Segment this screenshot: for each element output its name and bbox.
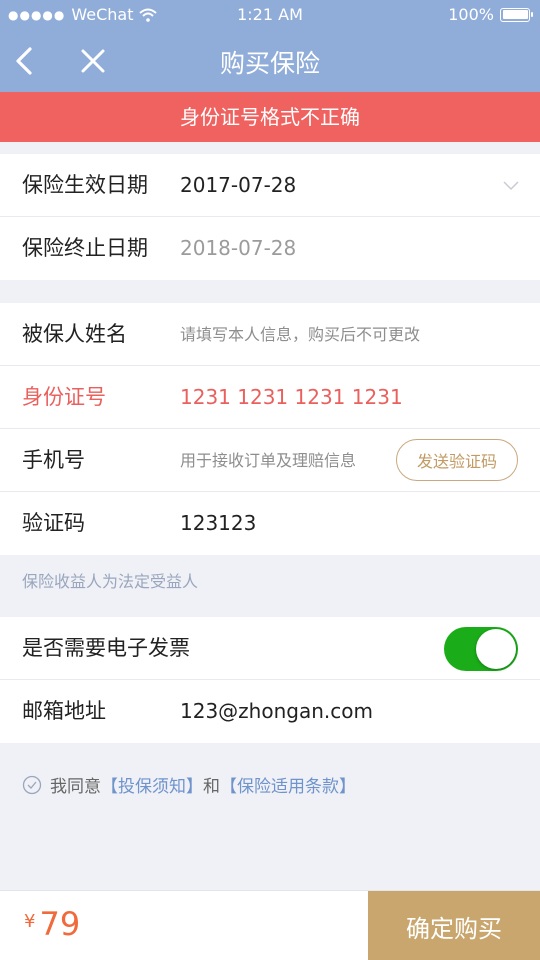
email-label: 邮箱地址 — [22, 699, 106, 723]
notice-link[interactable]: 【投保须知】 — [101, 772, 203, 797]
agreement: 我同意 【投保须知】 和 【保险适用条款】 — [22, 772, 356, 797]
chevron-down-icon[interactable] — [502, 176, 520, 194]
footer-bar: ¥79 确定购买 — [0, 890, 540, 960]
agreement-middle: 和 — [203, 777, 220, 797]
code-row[interactable]: 验证码 123123 — [0, 492, 540, 555]
name-label: 被保人姓名 — [22, 322, 127, 346]
code-label: 验证码 — [22, 511, 85, 535]
id-input[interactable]: 1231 1231 1231 1231 — [180, 366, 403, 429]
start-date-row[interactable]: 保险生效日期 2017-07-28 — [0, 154, 540, 217]
code-input[interactable]: 123123 — [180, 492, 256, 555]
nav-bar: 购买保险 — [0, 30, 540, 92]
phone-input[interactable]: 用于接收订单及理赔信息 — [180, 429, 356, 492]
error-banner: 身份证号格式不正确 — [0, 92, 540, 142]
start-date-value: 2017-07-28 — [180, 173, 297, 197]
insured-group: 被保人姓名 请填写本人信息，购买后不可更改 身份证号 1231 1231 123… — [0, 303, 540, 555]
invoice-label: 是否需要电子发票 — [22, 636, 190, 660]
end-date-label: 保险终止日期 — [22, 236, 148, 260]
check-circle-icon[interactable] — [22, 775, 42, 795]
beneficiary-hint: 保险收益人为法定受益人 — [22, 572, 199, 591]
phone-label: 手机号 — [22, 448, 85, 472]
phone-row[interactable]: 手机号 用于接收订单及理赔信息 发送验证码 — [0, 429, 540, 492]
price-value: 79 — [39, 905, 81, 943]
email-input[interactable]: 123@zhongan.com — [180, 680, 373, 743]
currency-symbol: ¥ — [24, 911, 36, 932]
price: ¥79 — [24, 905, 80, 943]
send-code-button[interactable]: 发送验证码 — [396, 439, 518, 481]
invoice-toggle[interactable] — [444, 627, 518, 671]
toggle-knob — [476, 629, 516, 669]
status-right: 100% — [448, 5, 533, 24]
email-row[interactable]: 邮箱地址 123@zhongan.com — [0, 680, 540, 743]
agreement-prefix: 我同意 — [50, 777, 101, 797]
end-date-row: 保险终止日期 2018-07-28 — [0, 217, 540, 280]
page-title: 购买保险 — [219, 49, 320, 78]
status-bar: ●●●●● WeChat 1:21 AM 100% — [0, 0, 540, 30]
dates-group: 保险生效日期 2017-07-28 保险终止日期 2018-07-28 — [0, 154, 540, 280]
end-date-value: 2018-07-28 — [180, 236, 297, 260]
terms-link[interactable]: 【保险适用条款】 — [220, 772, 356, 797]
battery-icon — [500, 7, 533, 22]
id-label: 身份证号 — [22, 385, 106, 409]
name-input[interactable]: 请填写本人信息，购买后不可更改 — [180, 303, 420, 366]
battery-percent: 100% — [448, 5, 494, 24]
invoice-row: 是否需要电子发票 — [0, 617, 540, 680]
name-row[interactable]: 被保人姓名 请填写本人信息，购买后不可更改 — [0, 303, 540, 366]
id-row[interactable]: 身份证号 1231 1231 1231 1231 — [0, 366, 540, 429]
buy-button[interactable]: 确定购买 — [368, 891, 540, 960]
invoice-group: 是否需要电子发票 邮箱地址 123@zhongan.com — [0, 617, 540, 743]
start-date-label: 保险生效日期 — [22, 173, 148, 197]
